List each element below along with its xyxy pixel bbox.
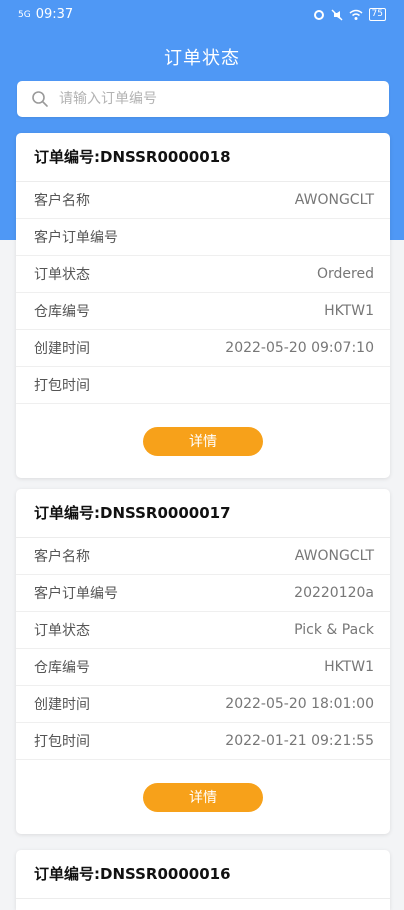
row-warehouse: 仓库编号 HKTW1 [16, 649, 390, 686]
row-label: 创建时间 [34, 341, 90, 357]
signal-icon: 5G [18, 9, 31, 20]
order-card: 订单编号:DNSSR0000017 客户名称 AWONGCLT 客户订单编号 2… [16, 489, 390, 834]
row-label: 客户名称 [34, 193, 90, 209]
row-label: 客户订单编号 [34, 586, 118, 602]
clock: 09:37 [35, 7, 74, 22]
status-bar: 5G 09:37 75 [0, 0, 404, 30]
row-created-time: 创建时间 2022-05-20 18:01:00 [16, 686, 390, 723]
row-customer-order-number: 客户订单编号 [16, 219, 390, 256]
detail-button[interactable]: 详情 [143, 782, 263, 812]
search-icon [32, 91, 48, 107]
row-label: 订单状态 [34, 267, 90, 283]
row-label: 客户订单编号 [34, 230, 118, 246]
row-value: Ordered [317, 266, 374, 282]
row-customer-name: 客户名称 AWONGCLT [16, 182, 390, 219]
button-area: 详情 [16, 760, 390, 834]
row-value: 2022-01-21 09:21:55 [225, 733, 374, 749]
row-value: 2022-05-20 18:01:00 [225, 696, 374, 712]
row-order-status: 订单状态 Pick & Pack [16, 612, 390, 649]
row-label: 仓库编号 [34, 304, 90, 320]
row-value: AWONGCLT [294, 548, 374, 564]
row-label: 打包时间 [34, 378, 90, 394]
row-label: 客户名称 [34, 549, 90, 565]
settings-icon [313, 9, 324, 20]
order-card: 订单编号:DNSSR0000018 客户名称 AWONGCLT 客户订单编号 订… [16, 133, 390, 478]
row-created-time: 创建时间 2022-05-20 09:07:10 [16, 330, 390, 367]
row-value: HKTW1 [324, 659, 374, 675]
row-label: 打包时间 [34, 734, 90, 750]
row-packed-time: 打包时间 2022-01-21 09:21:55 [16, 723, 390, 760]
row-value: 20220120a [294, 585, 374, 601]
row-order-status: 订单状态 Ordered [16, 256, 390, 293]
page-title: 订单状态 [164, 48, 240, 69]
detail-button[interactable]: 详情 [143, 426, 263, 456]
order-card: 订单编号:DNSSR0000016 [16, 850, 390, 910]
mute-icon [331, 9, 343, 20]
order-number: 订单编号:DNSSR0000016 [16, 850, 390, 899]
row-label: 创建时间 [34, 697, 90, 713]
row-value: 2022-05-20 09:07:10 [225, 340, 374, 356]
search-bar[interactable] [17, 81, 389, 117]
search-input[interactable] [57, 90, 361, 108]
row-label: 订单状态 [34, 623, 90, 639]
row-label: 仓库编号 [34, 660, 90, 676]
wifi-icon [349, 9, 363, 20]
row-packed-time: 打包时间 [16, 367, 390, 404]
row-customer-name: 客户名称 AWONGCLT [16, 538, 390, 575]
button-area: 详情 [16, 404, 390, 478]
row-value: Pick & Pack [294, 622, 374, 638]
order-number: 订单编号:DNSSR0000017 [16, 489, 390, 538]
row-value: AWONGCLT [294, 192, 374, 208]
order-number: 订单编号:DNSSR0000018 [16, 133, 390, 182]
row-value: HKTW1 [324, 303, 374, 319]
row-customer-order-number: 客户订单编号 20220120a [16, 575, 390, 612]
row-warehouse: 仓库编号 HKTW1 [16, 293, 390, 330]
battery-icon: 75 [368, 8, 386, 21]
